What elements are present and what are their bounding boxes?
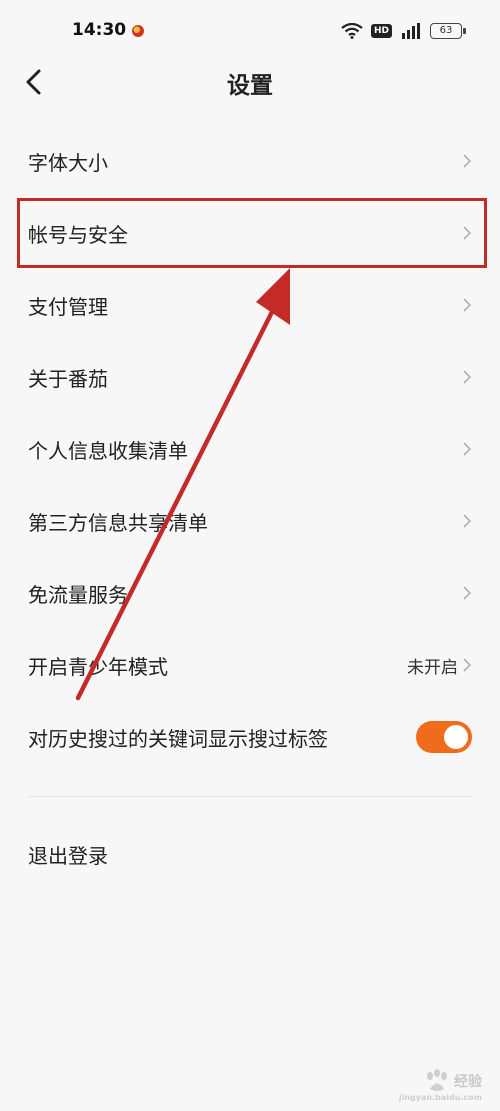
menu-item-label: 支付管理: [28, 294, 108, 319]
menu-item-third-party-sharing[interactable]: 第三方信息共享清单: [0, 485, 500, 557]
signal-icon: [402, 23, 420, 39]
menu-item-payment[interactable]: 支付管理: [0, 269, 500, 341]
watermark-text: 经验: [454, 1074, 482, 1090]
status-bar: 14:30 HD 63: [0, 0, 500, 60]
menu-item-teen-mode[interactable]: 开启青少年模式 未开启: [0, 629, 500, 701]
page-title: 设置: [227, 73, 273, 99]
toggle-knob: [444, 725, 468, 749]
menu-item-personal-info-list[interactable]: 个人信息收集清单: [0, 413, 500, 485]
menu-item-search-history-tag: 对历史搜过的关键词显示搜过标签: [0, 701, 500, 773]
battery-icon: 63: [430, 23, 466, 39]
status-time: 14:30: [72, 20, 127, 40]
wifi-icon: [341, 23, 363, 39]
menu-item-label: 第三方信息共享清单: [28, 510, 208, 535]
menu-item-data-free-service[interactable]: 免流量服务: [0, 557, 500, 629]
hd-icon: HD: [370, 24, 392, 38]
chevron-right-icon: [463, 586, 472, 600]
menu-item-label: 关于番茄: [28, 366, 108, 391]
divider: [28, 796, 472, 797]
watermark: 经验 jingyan.baidu.com: [399, 1069, 482, 1102]
menu-item-label: 个人信息收集清单: [28, 438, 188, 463]
chevron-right-icon: [463, 298, 472, 312]
settings-menu: 字体大小 帐号与安全 支付管理 关于番茄 个人信息收集清单 第三方信息共享清单: [0, 125, 500, 773]
menu-item-label: 开启青少年模式: [28, 654, 168, 679]
search-history-tag-toggle[interactable]: [416, 721, 472, 753]
teen-mode-status: 未开启: [407, 657, 458, 678]
baidu-paw-logo-icon: [427, 1069, 447, 1091]
notification-app-icon: [132, 25, 144, 37]
menu-item-label: 对历史搜过的关键词显示搜过标签: [28, 726, 328, 751]
menu-item-about[interactable]: 关于番茄: [0, 341, 500, 413]
logout-label: 退出登录: [28, 843, 108, 868]
menu-item-label: 帐号与安全: [28, 222, 128, 247]
status-icons: HD 63: [341, 22, 466, 40]
chevron-right-icon: [463, 226, 472, 240]
menu-item-account-security[interactable]: 帐号与安全: [0, 197, 500, 269]
chevron-right-icon: [463, 658, 472, 672]
chevron-right-icon: [463, 514, 472, 528]
menu-item-font-size[interactable]: 字体大小: [0, 125, 500, 197]
watermark-url: jingyan.baidu.com: [398, 1093, 482, 1102]
logout-button[interactable]: 退出登录: [0, 818, 500, 890]
chevron-right-icon: [463, 442, 472, 456]
menu-item-label: 字体大小: [28, 150, 108, 175]
chevron-right-icon: [463, 370, 472, 384]
chevron-right-icon: [463, 154, 472, 168]
menu-item-label: 免流量服务: [28, 582, 128, 607]
nav-bar: 设置: [0, 60, 500, 108]
